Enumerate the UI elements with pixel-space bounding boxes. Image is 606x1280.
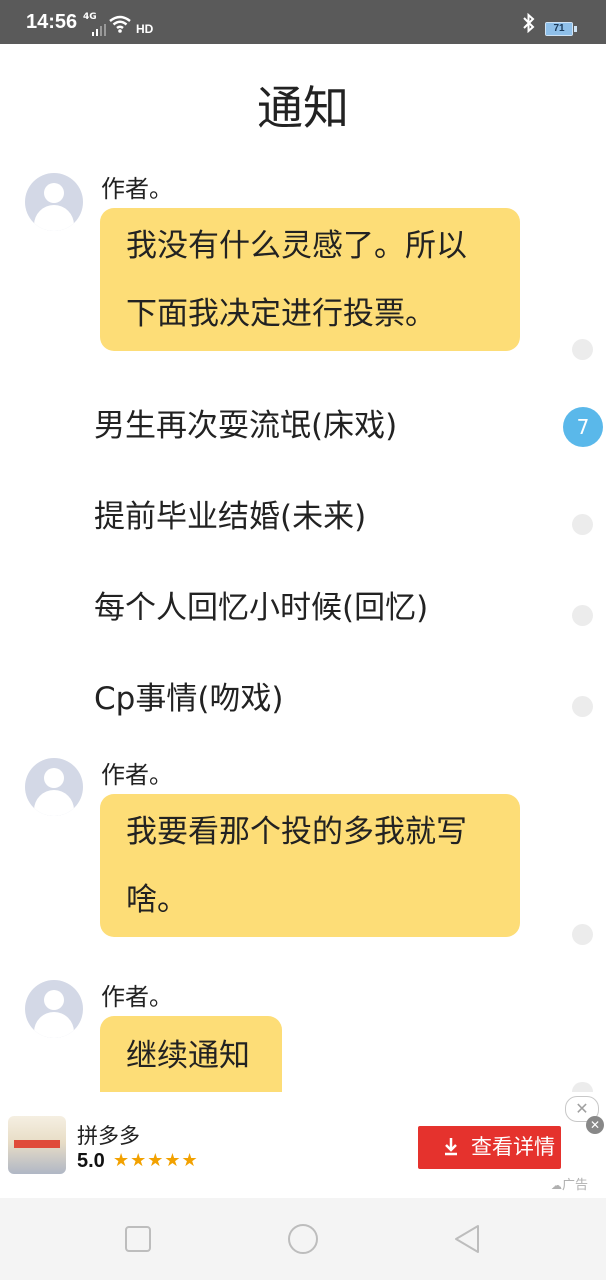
ad-dismiss-icon[interactable]: ✕ (586, 1116, 604, 1134)
vote-option: 每个人回忆小时候(回忆) (94, 590, 429, 626)
message-line: 我没有什么灵感了。所以 (126, 228, 467, 264)
paragraph-comment-dot[interactable] (572, 339, 593, 360)
bluetooth-icon (523, 13, 535, 33)
message-bubble[interactable]: 继续通知 (100, 1016, 282, 1092)
paragraph-comment-dot[interactable] (572, 924, 593, 945)
ad-logo-icon: ☁ (551, 1179, 562, 1192)
network-type: 4G (83, 12, 97, 22)
paragraph-comment-dot[interactable] (572, 514, 593, 535)
author-avatar[interactable] (25, 980, 83, 1038)
system-navigation-bar (0, 1198, 606, 1280)
ad-banner[interactable]: 拼多多 5.0 ★★★★★ 查看详情 ✕ ✕ ☁广告 (0, 1096, 606, 1198)
view-details-button[interactable]: 查看详情 (418, 1126, 561, 1169)
paragraph-comment-dot[interactable] (572, 1082, 593, 1092)
wifi-icon (109, 15, 131, 33)
page-title: 通知 (257, 81, 349, 135)
vote-option: Cp事情(吻戏) (94, 681, 284, 717)
rating-stars: ★★★★★ (113, 1150, 199, 1171)
message-bubble[interactable]: 我没有什么灵感了。所以 下面我决定进行投票。 (100, 208, 520, 351)
ad-rating: 5.0 (77, 1150, 105, 1172)
author-name: 作者。 (101, 761, 173, 789)
author-avatar[interactable] (25, 758, 83, 816)
author-name: 作者。 (101, 175, 173, 203)
vote-option: 男生再次耍流氓(床戏) (94, 408, 398, 444)
message-line: 继续通知 (126, 1038, 250, 1074)
ad-tag-text: 广告 (562, 1178, 589, 1193)
author-avatar[interactable] (25, 173, 83, 231)
home-circle-icon[interactable] (283, 1219, 323, 1259)
app-icon[interactable] (8, 1116, 66, 1174)
signal-icon (92, 24, 106, 36)
back-triangle-icon[interactable] (448, 1219, 488, 1259)
status-bar: 14:56 4G HD 71 (0, 0, 606, 44)
paragraph-comment-dot[interactable] (572, 605, 593, 626)
message-line: 下面我决定进行投票。 (126, 296, 436, 332)
message-bubble[interactable]: 我要看那个投的多我就写 啥。 (100, 794, 520, 937)
vote-option: 提前毕业结婚(未来) (94, 499, 367, 535)
author-name: 作者。 (101, 983, 173, 1011)
status-time: 14:56 (26, 11, 78, 33)
battery-level: 71 (546, 23, 572, 35)
recents-square-icon[interactable] (118, 1219, 158, 1259)
message-line: 啥。 (126, 882, 188, 918)
message-line: 我要看那个投的多我就写 (126, 814, 467, 850)
download-icon (445, 1138, 457, 1156)
paragraph-comment-count[interactable]: 7 (563, 407, 603, 447)
ad-app-name: 拼多多 (77, 1124, 140, 1148)
hd-voice-indicator: HD (136, 22, 154, 36)
view-details-label: 查看详情 (471, 1135, 555, 1159)
battery-indicator: 71 (545, 22, 577, 36)
paragraph-comment-dot[interactable] (572, 696, 593, 717)
ad-label: ☁广告 (551, 1174, 588, 1193)
